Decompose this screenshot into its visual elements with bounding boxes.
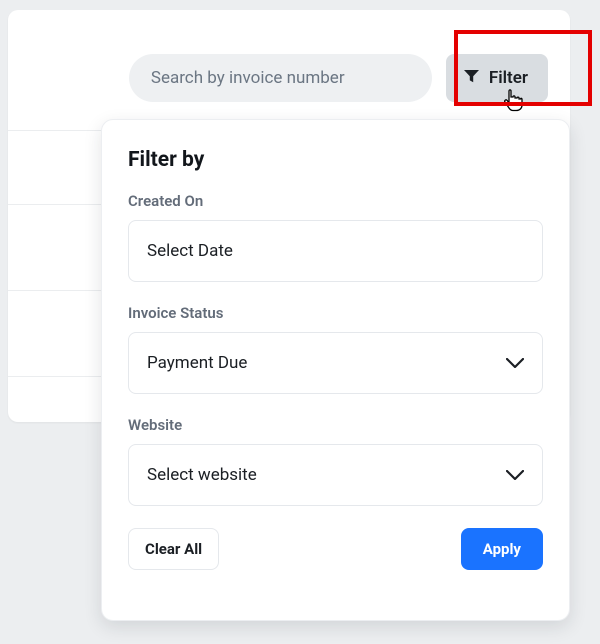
field-label-created-on: Created On <box>128 192 543 210</box>
website-value: Select website <box>147 465 257 485</box>
field-label-invoice-status: Invoice Status <box>128 304 543 322</box>
field-label-website: Website <box>128 416 543 434</box>
panel-title: Filter by <box>128 148 543 172</box>
date-input[interactable]: Select Date <box>128 220 543 282</box>
apply-button[interactable]: Apply <box>461 528 543 570</box>
search-input-wrap[interactable] <box>129 54 432 102</box>
filter-panel: Filter by Created On Select Date Invoice… <box>101 119 570 621</box>
clear-all-button[interactable]: Clear All <box>128 528 219 570</box>
website-select[interactable]: Select website <box>128 444 543 506</box>
date-value: Select Date <box>147 241 233 261</box>
filter-button[interactable]: Filter <box>446 54 548 102</box>
field-invoice-status: Invoice Status Payment Due <box>128 304 543 394</box>
field-website: Website Select website <box>128 416 543 506</box>
status-select[interactable]: Payment Due <box>128 332 543 394</box>
filter-label: Filter <box>489 68 528 88</box>
status-value: Payment Due <box>147 353 247 373</box>
chevron-down-icon <box>506 470 524 480</box>
search-input[interactable] <box>151 68 410 88</box>
panel-actions: Clear All Apply <box>128 528 543 570</box>
chevron-down-icon <box>506 358 524 368</box>
filter-icon <box>464 68 479 88</box>
toolbar: Filter <box>8 10 570 102</box>
field-created-on: Created On Select Date <box>128 192 543 282</box>
